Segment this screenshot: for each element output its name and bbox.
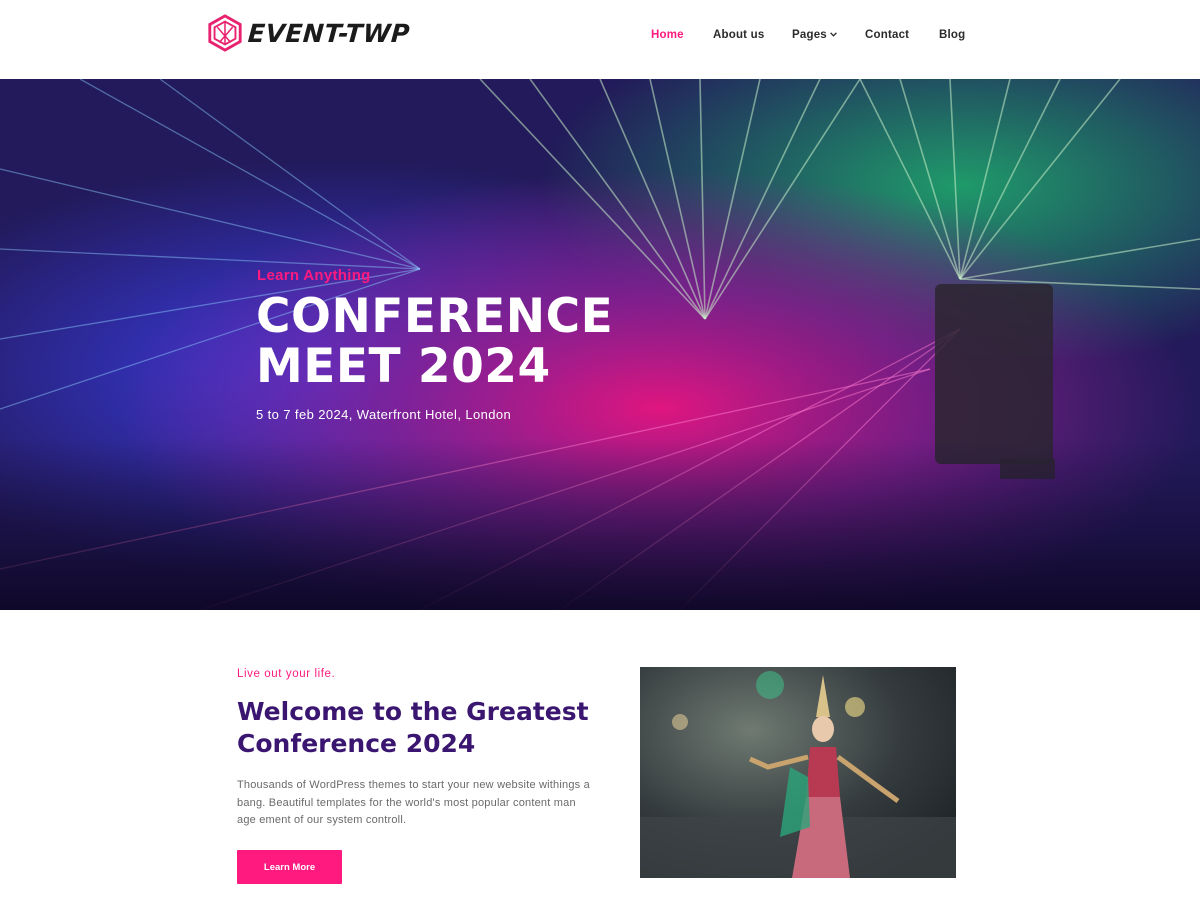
chevron-down-icon	[829, 32, 837, 37]
nav-pages[interactable]: Pages	[792, 29, 837, 41]
welcome-title: Welcome to the Greatest Conference 2024	[237, 696, 627, 760]
nav-contact[interactable]: Contact	[865, 29, 909, 41]
nav-pages-label: Pages	[792, 29, 827, 41]
welcome-title-line-2: Conference 2024	[237, 729, 476, 758]
dancer-image	[640, 667, 956, 878]
welcome-text: Thousands of WordPress themes to start y…	[237, 779, 590, 826]
nav-about-us[interactable]: About us	[713, 29, 764, 41]
dancer-photo	[640, 667, 956, 878]
hero-title-line-1: CONFERENCE	[256, 289, 614, 344]
main-nav: Home About us Pages Contact Blog	[0, 29, 1200, 47]
welcome-kicker: Live out your life.	[237, 668, 336, 680]
hero-title-line-2: MEET 2024	[256, 339, 551, 394]
hero-banner: Learn Anything CONFERENCE MEET 2024 5 to…	[0, 79, 1200, 610]
hero-subtitle: 5 to 7 feb 2024, Waterfront Hotel, Londo…	[256, 407, 512, 422]
nav-home[interactable]: Home	[651, 29, 684, 41]
hero-title: CONFERENCE MEET 2024	[256, 292, 716, 392]
learn-more-button[interactable]: Learn More	[237, 850, 342, 884]
site-header: EVENT-TWP Home About us Pages Contact Bl…	[0, 0, 1200, 79]
nav-blog[interactable]: Blog	[939, 29, 965, 41]
hero-kicker: Learn Anything	[257, 267, 371, 284]
welcome-title-line-1: Welcome to the Greatest	[237, 697, 589, 726]
